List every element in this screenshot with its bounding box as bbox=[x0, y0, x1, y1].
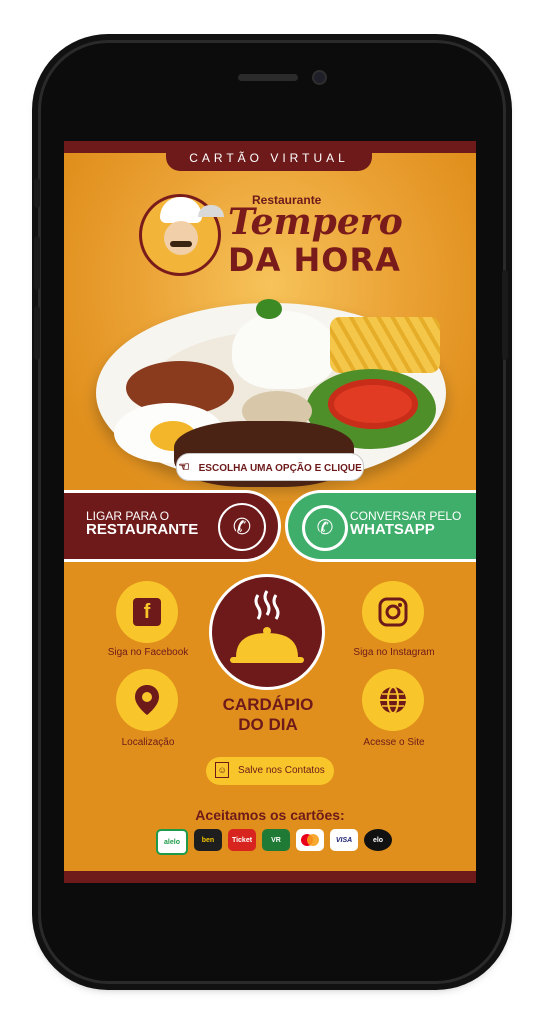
logo-main-text: Tempero bbox=[228, 201, 403, 243]
payment-cards: alelo ben Ticket VR VISA elo bbox=[156, 829, 392, 855]
chef-mascot-icon bbox=[142, 197, 224, 273]
map-pin-icon bbox=[135, 685, 159, 715]
pointer-hand-icon: ☜ bbox=[178, 459, 190, 474]
card-ben: ben bbox=[194, 829, 222, 851]
card-vr: VR bbox=[262, 829, 290, 851]
card-elo: elo bbox=[364, 829, 392, 851]
whatsapp-icon: ✆ bbox=[302, 505, 348, 551]
earpiece-speaker bbox=[238, 74, 298, 81]
front-camera bbox=[314, 72, 325, 83]
instagram-icon bbox=[378, 597, 408, 627]
mastercard-icon bbox=[301, 834, 319, 846]
phone-power-button bbox=[502, 270, 508, 360]
phone-volume-up bbox=[34, 236, 40, 290]
location-label[interactable]: Localização bbox=[88, 737, 208, 748]
card-alelo: alelo bbox=[156, 829, 188, 855]
rice bbox=[232, 311, 336, 389]
card-ticket: Ticket bbox=[228, 829, 256, 851]
phone-icon: ✆ bbox=[218, 503, 266, 551]
facebook-button[interactable]: f bbox=[116, 581, 178, 643]
contact-book-icon: ☺ bbox=[215, 762, 230, 778]
facebook-label[interactable]: Siga no Facebook bbox=[88, 647, 208, 658]
fries bbox=[330, 317, 440, 373]
bottom-bar bbox=[64, 871, 476, 883]
virtual-card-tab: CARTÃO VIRTUAL bbox=[166, 147, 372, 171]
menu-of-the-day-label[interactable]: CARDÁPIO DO DIA bbox=[194, 695, 342, 735]
phone-volume-down bbox=[34, 306, 40, 360]
parsley bbox=[256, 299, 282, 319]
restaurant-logo: Restaurante Tempero DA HORA bbox=[132, 191, 432, 281]
globe-icon bbox=[380, 686, 406, 714]
payment-title: Aceitamos os cartões: bbox=[195, 807, 345, 823]
website-button[interactable] bbox=[362, 669, 424, 731]
screen: CARTÃO VIRTUAL Restaurante Tempero DA HO… bbox=[64, 141, 476, 883]
website-label[interactable]: Acesse o Site bbox=[334, 737, 454, 748]
card-visa: VISA bbox=[330, 829, 358, 851]
phone-side-button bbox=[34, 178, 40, 208]
call-restaurant-button[interactable]: LIGAR PARA O RESTAURANTE ✆ bbox=[64, 493, 278, 559]
food-cloche-icon bbox=[230, 590, 304, 663]
instagram-button[interactable] bbox=[362, 581, 424, 643]
menu-of-the-day-button[interactable] bbox=[212, 577, 322, 687]
whatsapp-button[interactable]: ✆ CONVERSAR PELO WHATSAPP bbox=[288, 493, 476, 559]
logo-sub-text: DA HORA bbox=[228, 241, 401, 279]
save-contacts-button[interactable]: ☺ Salve nos Contatos bbox=[206, 757, 334, 785]
facebook-icon: f bbox=[133, 598, 161, 626]
card-mastercard bbox=[296, 829, 324, 851]
location-button[interactable] bbox=[116, 669, 178, 731]
tomato bbox=[328, 379, 418, 429]
choose-option-pill: ☜ ESCOLHA UMA OPÇÃO E CLIQUE bbox=[176, 453, 364, 481]
instagram-label[interactable]: Siga no Instagram bbox=[334, 647, 454, 658]
